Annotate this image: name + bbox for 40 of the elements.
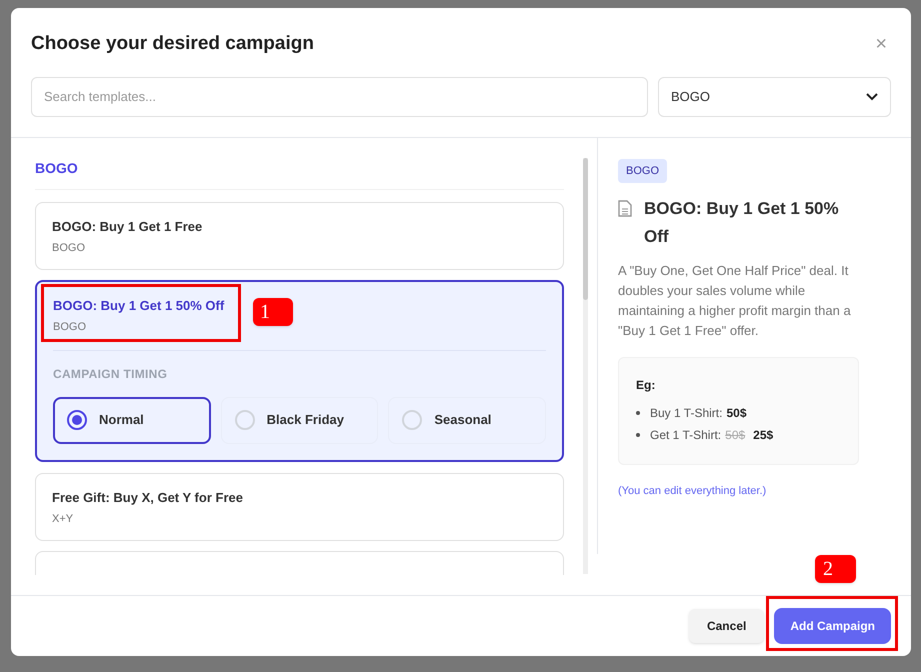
timing-option[interactable]: Black Friday (220, 396, 378, 444)
bullet-icon (636, 433, 640, 437)
price: 25$ (753, 427, 774, 444)
cancel-button[interactable]: Cancel (688, 608, 764, 643)
chevron-down-icon (866, 92, 878, 100)
template-title: BOGO: Buy 1 Get 1 50% Off (53, 296, 224, 315)
template-title: BOGO: Buy 1 Get 1 Free (52, 218, 202, 236)
dialog-title: Choose your desired campaign (31, 32, 314, 56)
category-badge: BOGO (618, 158, 668, 183)
document-icon (618, 200, 632, 217)
template-card[interactable]: Free Gift: Buy X, Get Y for Free X+Y (35, 472, 564, 540)
option-label: Seasonal (434, 411, 492, 430)
template-tag: X+Y (52, 511, 74, 528)
price: 50$ (726, 405, 747, 422)
scrollbar-thumb[interactable] (583, 158, 588, 300)
section-title: BOGO (35, 158, 79, 178)
example-label: Get 1 T-Shirt: (650, 427, 722, 444)
option-label: Black Friday (266, 411, 344, 430)
radio-button[interactable] (67, 410, 87, 430)
example-heading: Eg: (636, 377, 656, 394)
option-label: Normal (99, 411, 144, 430)
timing-option[interactable]: Normal (53, 396, 211, 444)
detail-title: BOGO: Buy 1 Get 1 50% Off (644, 198, 840, 248)
category-dropdown[interactable]: BOGO (658, 76, 891, 116)
add-campaign-button[interactable]: Add Campaign (774, 608, 891, 644)
timing-option[interactable]: Seasonal (388, 396, 546, 444)
template-card[interactable]: BOGO: Buy 1 Get 1 Free BOGO (35, 202, 564, 270)
search-field[interactable]: Search templates... (31, 76, 648, 116)
edit-note: (You can edit everything later.) (618, 484, 768, 499)
template-tag: BOGO (52, 240, 86, 256)
template-card[interactable]: BOGO: Buy 1 Get 1 50% Off BOGO 1 CAMPAIGN TIMING Normal Black Friday Seasonal (35, 280, 564, 462)
example-label: Buy 1 T-Shirt: (650, 405, 722, 422)
bullet-icon (636, 411, 640, 415)
detail-description: A "Buy One, Get One Half Price" deal. It doubles your sales volume while maintaining a higher profit margin than a "Buy 1 Get 1 Free" offer. (618, 262, 852, 340)
timing-label: CAMPAIGN TIMING (53, 366, 168, 382)
template-title: Free Gift: Buy X, Get Y for Free (52, 488, 243, 507)
annotation-badge: 1 (253, 298, 293, 326)
template-tag: BOGO (53, 319, 86, 336)
old-price: 50$ (725, 427, 746, 444)
annotation-badge: 2 (815, 555, 856, 583)
